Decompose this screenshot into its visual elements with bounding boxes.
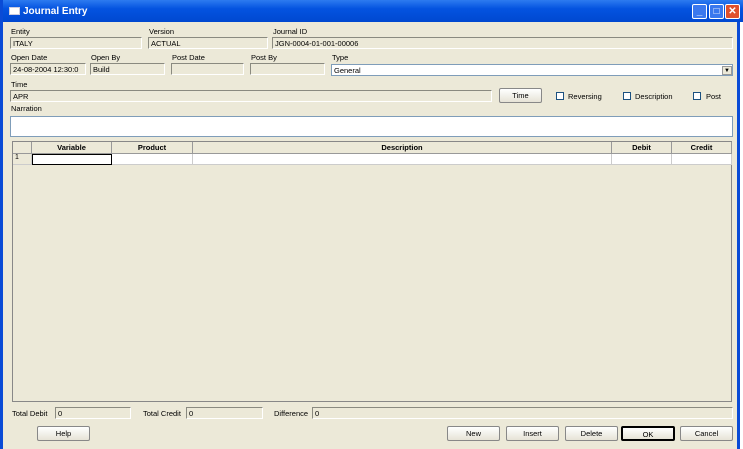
cancel-button[interactable]: Cancel <box>680 426 733 441</box>
window-icon <box>9 7 20 15</box>
reversing-label: Reversing <box>568 92 602 101</box>
total-credit-field: 0 <box>186 407 263 419</box>
open-date-label: Open Date <box>11 53 48 62</box>
narration-input[interactable] <box>10 116 733 137</box>
open-date-field[interactable]: 24-08-2004 12:30:0 <box>10 63 86 75</box>
column-header-description[interactable]: Description <box>193 142 612 154</box>
post-checkbox[interactable] <box>693 92 701 100</box>
narration-label: Narration <box>11 104 42 113</box>
post-date-field[interactable] <box>171 63 244 75</box>
ok-button[interactable]: OK <box>621 426 675 441</box>
column-header-variable[interactable]: Variable <box>32 142 112 154</box>
time-field[interactable]: APR <box>10 90 492 102</box>
reversing-checkbox[interactable] <box>556 92 564 100</box>
column-header-debit[interactable]: Debit <box>612 142 672 154</box>
open-by-label: Open By <box>91 53 121 62</box>
entity-label: Entity <box>11 27 30 36</box>
open-by-field[interactable]: Build <box>90 63 165 75</box>
cell-debit[interactable] <box>612 154 672 165</box>
difference-field: 0 <box>312 407 733 419</box>
description-checkbox[interactable] <box>623 92 631 100</box>
title-bar[interactable]: Journal Entry _ □ ✕ <box>3 0 743 22</box>
post-by-label: Post By <box>251 53 277 62</box>
journal-grid[interactable]: Variable Product Description Debit Credi… <box>12 141 732 402</box>
total-debit-field: 0 <box>55 407 131 419</box>
chevron-down-icon[interactable]: ▼ <box>722 66 732 75</box>
type-label: Type <box>332 53 349 62</box>
window-title: Journal Entry <box>23 6 88 17</box>
close-icon[interactable]: ✕ <box>725 4 740 19</box>
post-label: Post <box>706 92 722 101</box>
minimize-icon[interactable]: _ <box>692 4 707 19</box>
journal-id-field[interactable]: JGN-0004-01-001-00006 <box>272 37 733 49</box>
post-by-field[interactable] <box>250 63 325 75</box>
journal-id-label: Journal ID <box>273 27 308 36</box>
cell-credit[interactable] <box>672 154 732 165</box>
time-button[interactable]: Time <box>499 88 542 103</box>
cell-description[interactable] <box>193 154 612 165</box>
row-header-corner <box>13 142 32 154</box>
column-header-product[interactable]: Product <box>112 142 193 154</box>
new-button[interactable]: New <box>447 426 500 441</box>
post-date-label: Post Date <box>172 53 205 62</box>
delete-button[interactable]: Delete <box>565 426 618 441</box>
total-credit-label: Total Credit <box>143 409 181 418</box>
help-button[interactable]: Help <box>37 426 90 441</box>
type-select[interactable]: General <box>331 64 733 76</box>
insert-button[interactable]: Insert <box>506 426 559 441</box>
version-label: Version <box>149 27 175 36</box>
description-label: Description <box>635 92 673 101</box>
difference-label: Difference <box>274 409 309 418</box>
maximize-icon[interactable]: □ <box>709 4 724 19</box>
version-field[interactable]: ACTUAL <box>148 37 268 49</box>
time-label: Time <box>11 80 28 89</box>
column-header-credit[interactable]: Credit <box>672 142 732 154</box>
entity-field[interactable]: ITALY <box>10 37 142 49</box>
row-number: 1 <box>13 154 32 165</box>
cell-variable[interactable] <box>32 154 112 165</box>
cell-product[interactable] <box>112 154 193 165</box>
total-debit-label: Total Debit <box>12 409 48 418</box>
